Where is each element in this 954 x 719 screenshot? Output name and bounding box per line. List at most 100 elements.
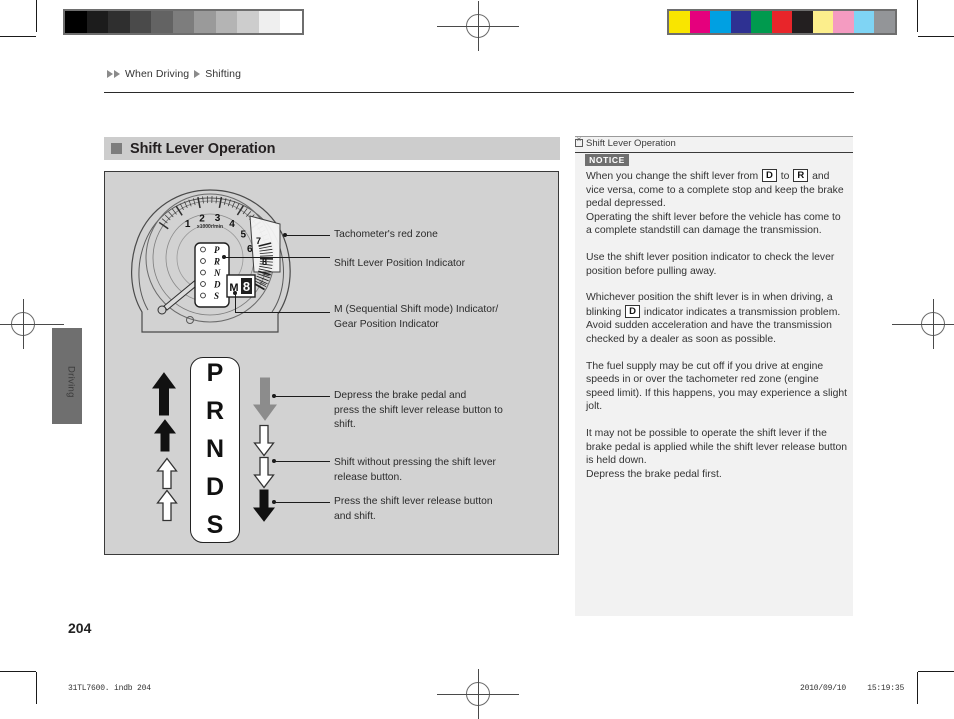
tach-numeral-2: 2 bbox=[199, 213, 205, 224]
shift-pos-label-P: P bbox=[214, 245, 220, 255]
notice-paragraph-4: Avoid sudden acceleration and have the t… bbox=[586, 319, 848, 346]
section-bullet-icon bbox=[111, 143, 122, 154]
leader-line-m-v bbox=[235, 293, 236, 313]
color-step-1 bbox=[690, 11, 711, 33]
footer-filename: 31TL7600. indb 204 bbox=[68, 684, 151, 693]
section-title: Shift Lever Operation bbox=[130, 141, 275, 157]
footer-date: 2010/09/10 bbox=[800, 684, 846, 693]
color-step-4 bbox=[751, 11, 772, 33]
registration-mark-top bbox=[461, 9, 495, 43]
breadcrumb-arrow-1-icon bbox=[107, 70, 113, 78]
crop-mark-tl-h bbox=[0, 36, 36, 37]
gray-step-9 bbox=[259, 11, 281, 33]
gray-step-0 bbox=[65, 11, 87, 33]
down-arrow-black-icon bbox=[253, 489, 275, 522]
footer-time: 15:19:35 bbox=[867, 684, 904, 693]
m-gear-position-display: M 8 bbox=[226, 274, 256, 298]
shift-pos-dot-S bbox=[201, 293, 206, 298]
tach-numeral-4: 4 bbox=[229, 219, 235, 230]
lever-letter-d: D bbox=[206, 475, 224, 500]
svg-text:7: 7 bbox=[256, 236, 261, 246]
breadcrumb-level1[interactable]: When Driving bbox=[125, 68, 189, 80]
shift-pos-dot-N bbox=[201, 270, 206, 275]
leader-line-press-release bbox=[274, 502, 330, 503]
lever-letter-n: N bbox=[206, 437, 224, 462]
crop-mark-br-v bbox=[917, 672, 918, 704]
leader-line-depress-brake bbox=[274, 396, 330, 397]
svg-text:8: 8 bbox=[243, 279, 250, 294]
header-divider bbox=[104, 92, 854, 93]
lever-letter-s: S bbox=[207, 513, 224, 538]
lever-letter-r: R bbox=[206, 399, 224, 424]
leader-line-shift-indicator bbox=[224, 257, 330, 258]
tach-numeral-5: 5 bbox=[241, 230, 247, 241]
tach-numeral-3: 3 bbox=[215, 213, 221, 224]
page-number: 204 bbox=[68, 620, 91, 636]
crop-mark-tr-h bbox=[918, 36, 954, 37]
crop-mark-tr-v bbox=[917, 0, 918, 32]
shift-pos-label-S: S bbox=[214, 291, 219, 301]
registration-mark-right bbox=[916, 307, 950, 341]
color-calibration-bar bbox=[667, 9, 897, 35]
gray-step-3 bbox=[130, 11, 152, 33]
key-badge-r: R bbox=[793, 169, 808, 182]
gray-step-2 bbox=[108, 11, 130, 33]
svg-text:x1000r/min: x1000r/min bbox=[197, 224, 223, 230]
up-arrow-outline-2-icon bbox=[156, 489, 178, 522]
crop-mark-bl-v bbox=[36, 672, 37, 704]
lever-letter-p: P bbox=[207, 361, 224, 386]
shift-position-indicator: PRNDS bbox=[194, 242, 230, 308]
up-arrow-outline-1-icon bbox=[156, 457, 178, 490]
notice-paragraph-5: The fuel supply may be cut off if you dr… bbox=[586, 360, 848, 414]
gray-step-6 bbox=[194, 11, 216, 33]
down-arrow-gray-icon bbox=[253, 377, 277, 421]
notice-paragraph-0: When you change the shift lever from D t… bbox=[586, 169, 848, 211]
paragraph-gap bbox=[586, 414, 848, 427]
color-step-7 bbox=[813, 11, 834, 33]
svg-text:8: 8 bbox=[262, 257, 267, 267]
color-step-6 bbox=[792, 11, 813, 33]
shift-pos-label-R: R bbox=[213, 257, 220, 267]
key-badge-d: D bbox=[625, 305, 640, 318]
footer-timestamp: 2010/09/10 15:19:35 bbox=[800, 684, 904, 693]
color-step-5 bbox=[772, 11, 793, 33]
notice-panel-header: Shift Lever Operation bbox=[575, 136, 853, 150]
gray-step-8 bbox=[237, 11, 259, 33]
gray-step-5 bbox=[173, 11, 195, 33]
notice-paragraph-1: Operating the shift lever before the veh… bbox=[586, 211, 848, 238]
gray-step-10 bbox=[280, 11, 302, 33]
breadcrumb-level2[interactable]: Shifting bbox=[205, 68, 241, 80]
notice-badge: NOTICE bbox=[585, 154, 629, 166]
color-step-0 bbox=[669, 11, 690, 33]
color-step-2 bbox=[710, 11, 731, 33]
shift-pos-dot-P bbox=[201, 247, 206, 252]
callout-shift-lever-position-indicator: Shift Lever Position Indicator bbox=[334, 257, 554, 272]
notice-panel-divider bbox=[575, 152, 853, 153]
shift-lever-gate: P R N D S bbox=[190, 357, 240, 543]
tach-numeral-1: 1 bbox=[185, 219, 191, 230]
shift-pos-label-N: N bbox=[213, 268, 221, 278]
chapter-tab-label: Driving bbox=[64, 344, 78, 420]
notice-panel-title: Shift Lever Operation bbox=[586, 138, 676, 149]
gray-step-1 bbox=[87, 11, 109, 33]
paragraph-gap bbox=[586, 238, 848, 251]
crop-mark-tl-v bbox=[36, 0, 37, 32]
breadcrumb: When Driving Shifting bbox=[107, 68, 241, 80]
crop-mark-bl-h bbox=[0, 671, 36, 672]
notice-paragraph-3: Whichever position the shift lever is in… bbox=[586, 291, 848, 319]
down-arrow-outline-1-icon bbox=[253, 424, 275, 457]
paragraph-gap bbox=[586, 278, 848, 291]
leader-line-shift-without bbox=[274, 461, 330, 462]
callout-shift-without-release: Shift without pressing the shift lever r… bbox=[334, 456, 554, 485]
crop-mark-br-h bbox=[918, 671, 954, 672]
color-step-10 bbox=[874, 11, 895, 33]
notice-panel-body: When you change the shift lever from D t… bbox=[586, 169, 848, 481]
callout-tachometer-red-zone: Tachometer's red zone bbox=[334, 228, 554, 243]
callout-press-release-button: Press the shift lever release button and… bbox=[334, 495, 554, 524]
gray-step-4 bbox=[151, 11, 173, 33]
leader-line-m-indicator bbox=[235, 312, 330, 313]
key-badge-d: D bbox=[762, 169, 777, 182]
shift-pos-dot-R bbox=[201, 259, 206, 264]
color-step-8 bbox=[833, 11, 854, 33]
gray-step-7 bbox=[216, 11, 238, 33]
